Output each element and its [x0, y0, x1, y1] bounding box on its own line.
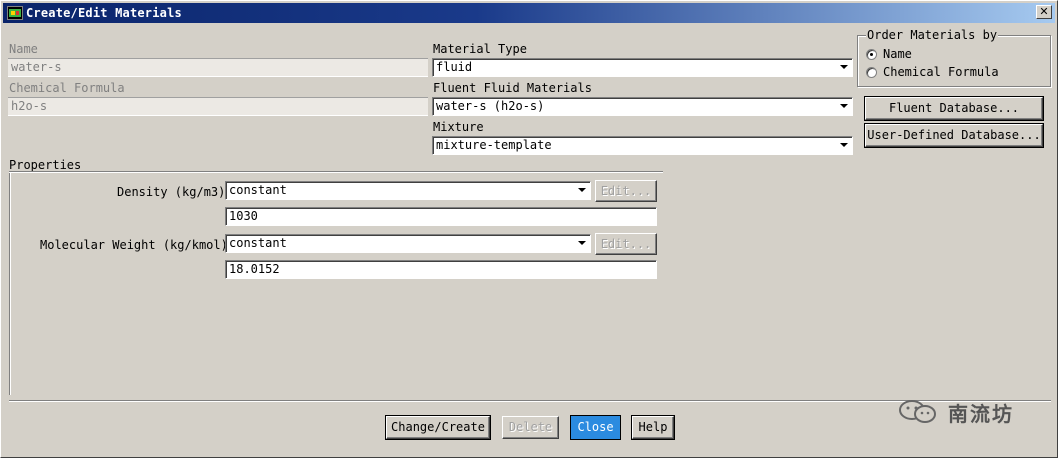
chevron-down-icon[interactable]	[837, 99, 851, 114]
close-icon[interactable]: ✕	[1036, 5, 1052, 19]
help-button[interactable]: Help	[631, 415, 675, 440]
delete-button[interactable]: Delete	[502, 416, 559, 439]
molecular-weight-value-field[interactable]: 18.0152	[225, 260, 657, 279]
molecular-weight-method-select[interactable]: constant	[225, 234, 591, 253]
density-method-select[interactable]: constant	[225, 181, 591, 200]
chevron-down-icon[interactable]	[837, 60, 851, 75]
user-defined-database-button[interactable]: User-Defined Database...	[864, 123, 1044, 148]
order-by-name-label: Name	[883, 47, 912, 61]
change-create-button[interactable]: Change/Create	[385, 415, 491, 440]
radio-unselected-icon	[866, 67, 877, 78]
title-bar[interactable]: Create/Edit Materials ✕	[3, 3, 1055, 23]
chemical-formula-label: Chemical Formula	[9, 81, 125, 95]
density-edit-button[interactable]: Edit...	[595, 180, 657, 202]
density-method-value: constant	[229, 183, 287, 197]
order-materials-group: Order Materials by Name Chemical Formula	[857, 28, 1051, 87]
footer-separator	[9, 400, 1051, 402]
chevron-down-icon[interactable]	[575, 183, 589, 198]
chemical-formula-field[interactable]: h2o-s	[8, 97, 428, 116]
fluent-fluid-materials-label: Fluent Fluid Materials	[433, 81, 592, 95]
fluent-database-button[interactable]: Fluent Database...	[864, 96, 1044, 121]
molecular-weight-edit-button[interactable]: Edit...	[595, 233, 657, 255]
mixture-value: mixture-template	[436, 138, 552, 152]
order-materials-legend: Order Materials by	[866, 28, 999, 42]
name-label: Name	[9, 42, 38, 56]
chevron-down-icon[interactable]	[575, 236, 589, 251]
wechat-icon	[898, 400, 940, 429]
density-value-field[interactable]: 1030	[225, 207, 657, 226]
order-by-formula-label: Chemical Formula	[883, 65, 999, 79]
window-title: Create/Edit Materials	[26, 6, 182, 20]
name-field[interactable]: water-s	[8, 58, 428, 77]
radio-selected-icon	[866, 49, 877, 60]
fluent-fluid-materials-value: water-s (h2o-s)	[436, 99, 545, 113]
molecular-weight-label: Molecular Weight (kg/kmol)	[40, 238, 228, 252]
create-edit-materials-dialog: Create/Edit Materials ✕ Name water-s Che…	[0, 0, 1058, 458]
mixture-label: Mixture	[433, 120, 484, 134]
fluent-fluid-materials-select[interactable]: water-s (h2o-s)	[432, 97, 853, 116]
mixture-select[interactable]: mixture-template	[432, 136, 853, 155]
fluent-app-icon	[7, 6, 23, 20]
molecular-weight-method-value: constant	[229, 236, 287, 250]
chevron-down-icon[interactable]	[837, 138, 851, 153]
properties-label: Properties	[9, 158, 82, 172]
density-label: Density (kg/m3)	[117, 185, 226, 199]
material-type-value: fluid	[436, 60, 473, 74]
watermark-text: 南流坊	[948, 402, 1014, 426]
properties-left-rule	[9, 173, 11, 395]
close-button[interactable]: Close	[570, 415, 621, 440]
properties-top-rule	[9, 171, 663, 173]
material-type-select[interactable]: fluid	[432, 58, 853, 77]
material-type-label: Material Type	[433, 42, 527, 56]
